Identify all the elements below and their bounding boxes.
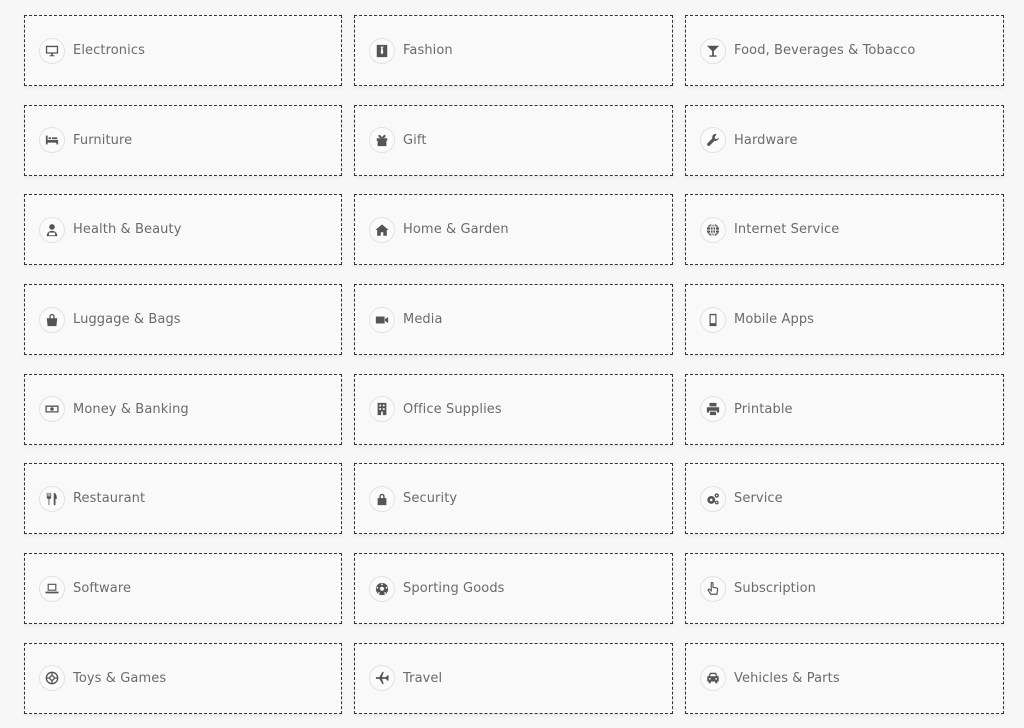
category-card-furniture[interactable]: Furniture: [24, 104, 342, 176]
money-bill-icon: [45, 405, 59, 413]
building-icon: [377, 403, 387, 416]
desktop-icon: [39, 37, 65, 64]
category-label: Luggage & Bags: [73, 312, 181, 328]
category-card-internet-service[interactable]: Internet Service: [685, 194, 1004, 266]
category-label: Service: [734, 491, 783, 507]
shopping-bag-icon: [39, 306, 65, 333]
lock-icon: [369, 485, 395, 512]
tie-icon: [376, 44, 388, 57]
cogs-icon: [700, 485, 726, 512]
category-card-restaurant[interactable]: Restaurant: [24, 463, 342, 535]
category-label: Health & Beauty: [73, 222, 182, 238]
home-icon: [369, 216, 395, 243]
category-label: Money & Banking: [73, 401, 189, 417]
gift-icon: [376, 134, 388, 147]
category-card-money-banking[interactable]: Money & Banking: [24, 373, 342, 445]
hand-pointer-icon: [707, 581, 719, 595]
category-label: Vehicles & Parts: [734, 670, 840, 686]
print-icon: [706, 403, 720, 416]
category-card-office-supplies[interactable]: Office Supplies: [354, 373, 673, 445]
category-label: Food, Beverages & Tobacco: [734, 43, 916, 58]
print-icon: [700, 396, 726, 423]
category-label: Subscription: [734, 581, 816, 597]
cocktail-glass-icon: [700, 37, 726, 64]
tie-icon: [369, 37, 395, 64]
car-icon: [700, 665, 726, 692]
soccer-ball-icon: [375, 582, 389, 595]
car-icon: [707, 673, 719, 684]
category-label: Hardware: [734, 132, 798, 148]
category-label: Travel: [403, 670, 443, 686]
category-card-food-beverages-tobacco[interactable]: Food, Beverages & Tobacco: [685, 15, 1004, 86]
bed-icon: [39, 127, 65, 154]
category-card-travel[interactable]: Travel: [354, 642, 673, 714]
category-card-sporting-goods[interactable]: Sporting Goods: [354, 553, 673, 625]
plane-icon: [375, 672, 389, 685]
gift-icon: [369, 127, 395, 154]
category-label: Security: [403, 491, 458, 507]
cocktail-glass-icon: [706, 45, 720, 57]
cutlery-icon: [46, 492, 57, 506]
globe-icon: [706, 223, 720, 237]
category-label: Electronics: [73, 43, 145, 58]
category-card-printable[interactable]: Printable: [685, 373, 1004, 445]
category-label: Office Supplies: [403, 401, 502, 417]
user-doctor-icon: [39, 216, 65, 243]
category-card-media[interactable]: Media: [354, 284, 673, 356]
laptop-icon: [39, 575, 65, 602]
category-card-electronics[interactable]: Electronics: [24, 15, 342, 86]
soccer-ball-icon: [369, 575, 395, 602]
category-card-subscription[interactable]: Subscription: [685, 553, 1004, 625]
category-card-toys-games[interactable]: Toys & Games: [24, 642, 342, 714]
globe-icon: [700, 216, 726, 243]
building-icon: [369, 396, 395, 423]
cogs-icon: [707, 493, 719, 505]
category-label: Gift: [403, 132, 427, 148]
bed-icon: [45, 135, 59, 145]
category-card-luggage-bags[interactable]: Luggage & Bags: [24, 284, 342, 356]
wrench-icon: [700, 127, 726, 154]
lock-icon: [377, 493, 387, 506]
category-label: Mobile Apps: [734, 312, 815, 328]
life-ring-icon: [45, 671, 59, 685]
category-card-mobile-apps[interactable]: Mobile Apps: [685, 284, 1004, 356]
mobile-phone-icon: [700, 306, 726, 333]
video-camera-icon: [375, 316, 389, 324]
category-label: Media: [403, 312, 443, 328]
category-card-fashion[interactable]: Fashion: [354, 15, 673, 86]
category-label: Printable: [734, 401, 793, 417]
category-label: Furniture: [73, 132, 133, 148]
category-card-service[interactable]: Service: [685, 463, 1004, 535]
category-label: Toys & Games: [73, 670, 167, 686]
hand-pointer-icon: [700, 575, 726, 602]
mobile-phone-icon: [709, 313, 717, 326]
category-grid: Electronics Fashion Food, Beverages & To…: [24, 15, 1004, 714]
money-bill-icon: [39, 396, 65, 423]
video-camera-icon: [369, 306, 395, 333]
category-card-security[interactable]: Security: [354, 463, 673, 535]
category-label: Restaurant: [73, 491, 146, 507]
category-card-home-garden[interactable]: Home & Garden: [354, 194, 673, 266]
user-doctor-icon: [46, 224, 58, 236]
desktop-icon: [45, 45, 59, 56]
home-icon: [375, 224, 389, 236]
cutlery-icon: [39, 485, 65, 512]
category-card-vehicles-parts[interactable]: Vehicles & Parts: [685, 642, 1004, 714]
life-ring-icon: [39, 665, 65, 692]
category-label: Home & Garden: [403, 222, 509, 238]
wrench-icon: [707, 134, 720, 147]
laptop-icon: [45, 583, 59, 593]
category-label: Software: [73, 581, 132, 597]
category-card-gift[interactable]: Gift: [354, 104, 673, 176]
category-card-hardware[interactable]: Hardware: [685, 104, 1004, 176]
category-label: Sporting Goods: [403, 581, 505, 597]
category-label: Internet Service: [734, 222, 840, 238]
category-card-health-beauty[interactable]: Health & Beauty: [24, 194, 342, 266]
category-card-software[interactable]: Software: [24, 553, 342, 625]
plane-icon: [369, 665, 395, 692]
category-label: Fashion: [403, 43, 453, 58]
shopping-bag-icon: [46, 313, 58, 326]
